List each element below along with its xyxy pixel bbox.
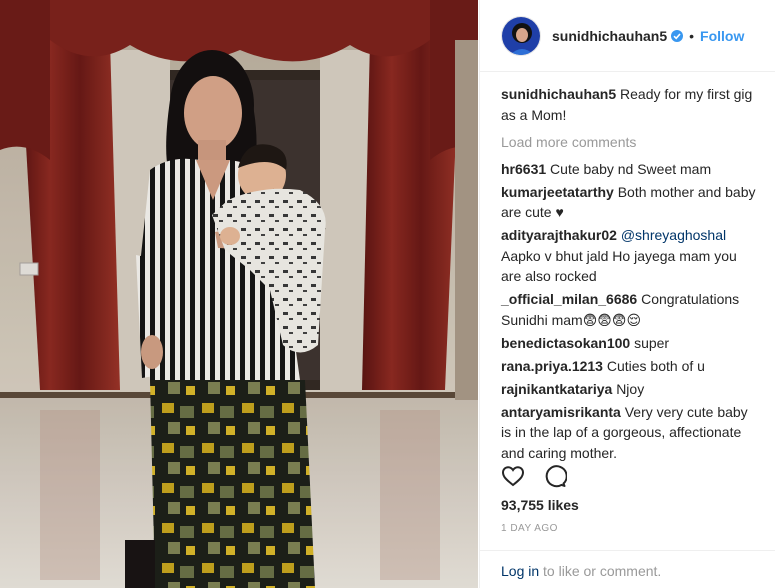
comment-item: antaryamisrikanta Very very cute baby is… [501,402,759,464]
comment-username[interactable]: antaryamisrikanta [501,404,621,420]
avatar-image [502,16,540,55]
comment-item: adityarajthakur02 @shreyaghoshal Aapko v… [501,225,759,287]
mother-and-baby-photo [0,0,478,588]
comment-text: super [634,334,670,351]
post-photo [0,0,478,588]
comment-item: _official_milan_6686 Congratulations Sun… [501,289,759,330]
comment-item: rajnikantkatariya Njoy [501,379,759,400]
avatar[interactable] [501,15,541,56]
follow-button[interactable]: Follow [700,28,744,44]
comment-bubble-icon[interactable] [543,464,567,488]
verified-badge-icon [671,29,684,42]
comment-username[interactable]: _official_milan_6686 [501,291,637,307]
login-prompt-text: to like or comment. [539,563,662,579]
comment-text: Cuties both of u [606,357,705,374]
heart-icon[interactable] [501,464,525,488]
comment-username[interactable]: benedictasokan100 [501,335,630,351]
caption-username[interactable]: sunidhichauhan5 [501,86,616,102]
comment-username[interactable]: rana.priya.1213 [501,358,603,374]
comment-text: Aapko v bhut jald Ho jayega mam you are … [501,247,737,285]
caption: sunidhichauhan5 Ready for my first gig a… [501,84,759,125]
separator-dot: • [689,27,695,44]
comment-username[interactable]: kumarjeetatarthy [501,184,614,200]
comment-item: benedictasokan100 super [501,333,759,354]
comments-list: sunidhichauhan5 Ready for my first gig a… [501,84,759,466]
comment-item: kumarjeetatarthy Both mother and baby ar… [501,182,759,223]
post-date: 1 DAY AGO [501,523,558,534]
login-link[interactable]: Log in [501,563,539,579]
comment-item: rana.priya.1213 Cuties both of u [501,356,759,377]
comment-item: hr6631 Cute baby nd Sweet mam [501,159,759,180]
comment-text: Cute baby nd Sweet mam [550,160,712,177]
load-more-comments-link[interactable]: Load more comments [501,132,759,153]
comment-username[interactable]: hr6631 [501,161,546,177]
post-author-username[interactable]: sunidhichauhan5 [552,28,667,44]
likes-count[interactable]: 93,755 likes [501,497,579,513]
login-prompt: Log in to like or comment. [480,550,775,588]
comment-username[interactable]: adityarajthakur02 [501,227,617,243]
comment-username[interactable]: rajnikantkatariya [501,381,612,397]
comment-text: Njoy [616,380,645,397]
post-actions [501,461,585,491]
comment-mention-link[interactable]: @shreyaghoshal [621,227,726,243]
post-sidebar: sunidhichauhan5 • Follow sunidhichauhan5… [479,0,775,588]
post-header: sunidhichauhan5 • Follow [480,0,775,72]
